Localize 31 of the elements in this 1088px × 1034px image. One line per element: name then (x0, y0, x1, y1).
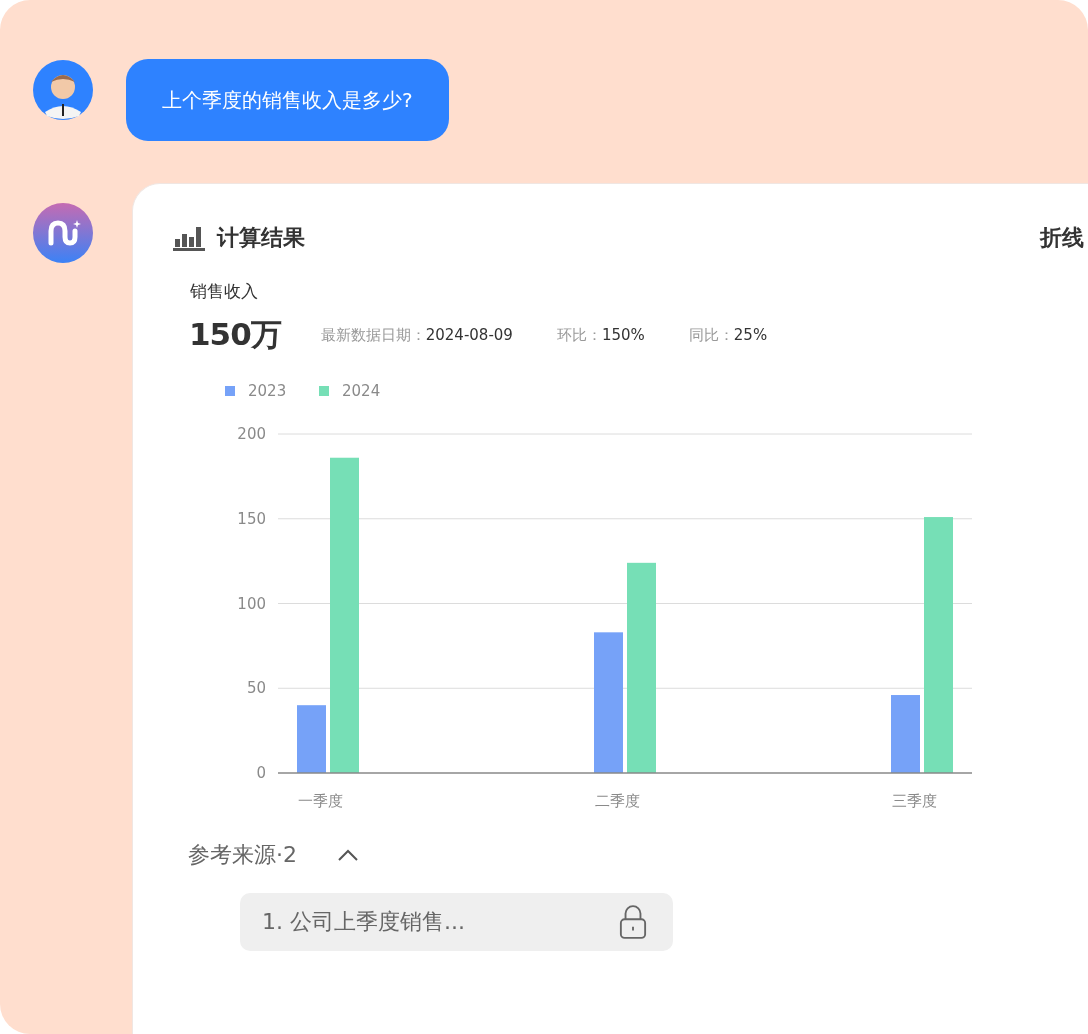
axis-label: 200 (237, 425, 266, 443)
legend-label: 2023 (248, 382, 287, 400)
source-title: 1. 公司上季度销售... (262, 908, 465, 936)
bar-chart-icon (173, 225, 207, 251)
axis-label: 二季度 (594, 792, 640, 810)
axis-label: 150 (237, 509, 266, 528)
metric-label: 销售收入 (190, 280, 259, 303)
axis-label: 50 (246, 679, 266, 698)
legend-label: 2024 (342, 382, 381, 400)
metric-value: 150万 (189, 315, 281, 354)
stat-label: 最新数据日期： (320, 325, 426, 344)
legend-item[interactable]: 2023 (225, 382, 287, 400)
stat-label: 环比： (556, 325, 602, 344)
logo-icon (33, 203, 93, 263)
axis-label: 一季度 (297, 792, 343, 810)
axis-label: 100 (237, 594, 266, 613)
user-avatar (33, 60, 93, 120)
axis-label: 0 (256, 764, 266, 782)
bar (297, 705, 326, 773)
stat-value: 25% (733, 325, 768, 344)
source-item[interactable]: 1. 公司上季度销售... (240, 893, 673, 951)
chart-type-tab[interactable]: 折线 (1040, 223, 1084, 253)
caret-icon[interactable] (337, 848, 359, 861)
stat-value: 150% (601, 325, 645, 344)
stat-value: 2024-08-09 (425, 325, 513, 344)
card-title: 计算结果 (217, 224, 305, 252)
stat-label: 同比： (688, 325, 734, 344)
sources-label: 参考来源·2 (188, 841, 297, 869)
axis-label: 三季度 (891, 792, 937, 810)
user-message: 上个季度的销售收入是多少? (126, 59, 449, 141)
legend-item[interactable]: 2024 (319, 382, 381, 400)
